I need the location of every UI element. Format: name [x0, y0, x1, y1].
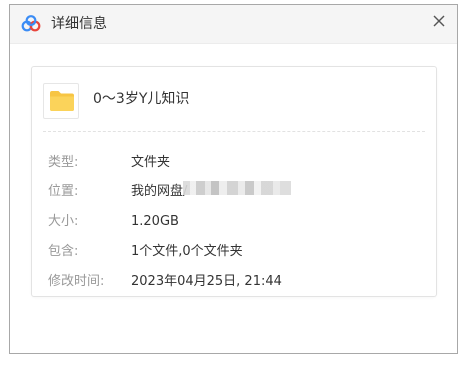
property-label: 修改时间:	[48, 274, 105, 289]
property-label: 大小:	[48, 214, 79, 229]
property-value: 2023年04月25日, 21:44	[131, 274, 282, 289]
file-name: 0～3岁Y儿知识	[93, 91, 190, 107]
file-details-card: 0～3岁Y儿知识 类型: 文件夹 位置: 我的网盘/ 大小: 1.20GB 包含…	[31, 66, 437, 297]
folder-icon	[50, 91, 74, 111]
property-value: 1个文件,0个文件夹	[131, 244, 243, 259]
property-value: 我的网盘/	[131, 184, 188, 199]
file-thumbnail	[43, 83, 79, 119]
redacted-path	[183, 181, 291, 195]
property-label: 类型:	[48, 155, 79, 170]
details-dialog: 详细信息 0～3岁Y儿知识 类型: 文件夹 位置: 我的网盘/ 大小: 1.20…	[9, 4, 458, 354]
property-label: 位置:	[48, 184, 79, 199]
baidu-netdisk-logo-icon	[21, 15, 41, 32]
close-icon[interactable]	[430, 12, 448, 30]
property-value: 1.20GB	[131, 214, 179, 229]
dialog-title: 详细信息	[51, 16, 107, 32]
property-label: 包含:	[48, 244, 79, 259]
divider	[43, 131, 425, 132]
property-value: 文件夹	[131, 155, 171, 170]
dialog-titlebar: 详细信息	[10, 5, 457, 44]
